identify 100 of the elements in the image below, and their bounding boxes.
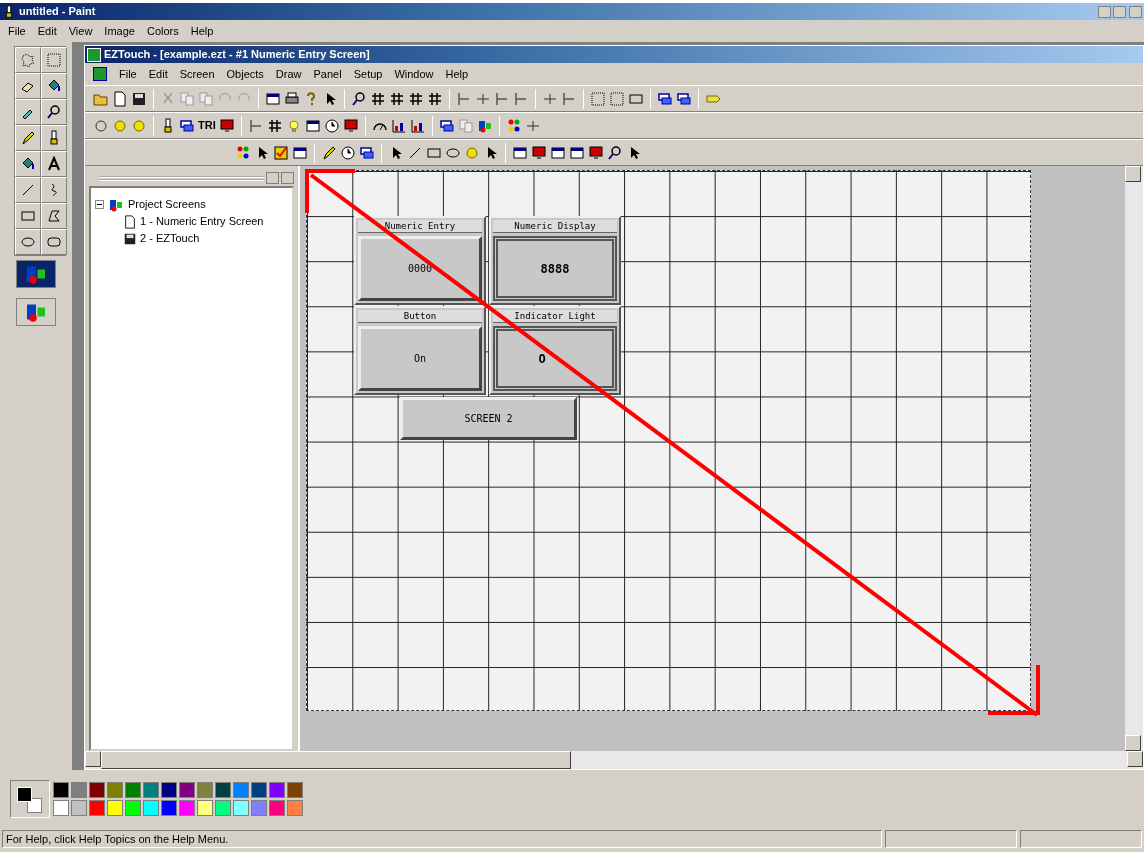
color-swatch[interactable] bbox=[287, 782, 303, 798]
align-left-icon[interactable] bbox=[456, 90, 472, 107]
menu-item[interactable]: Edit bbox=[37, 22, 57, 40]
screen-icon[interactable] bbox=[531, 144, 547, 161]
find-icon[interactable] bbox=[607, 144, 623, 161]
tree-item[interactable]: 2 - EZTouch bbox=[140, 230, 200, 247]
text-tool-icon[interactable] bbox=[46, 156, 62, 172]
screen-icon[interactable] bbox=[588, 144, 604, 161]
printer-icon[interactable] bbox=[284, 90, 300, 107]
color-swatch[interactable] bbox=[233, 782, 249, 798]
color-swatch[interactable] bbox=[197, 800, 213, 816]
rectangle-select-icon[interactable] bbox=[46, 52, 62, 68]
new-page-icon[interactable] bbox=[112, 90, 128, 107]
color-swatch[interactable] bbox=[179, 800, 195, 816]
menu-item[interactable]: Window bbox=[394, 65, 434, 83]
color-swatch[interactable] bbox=[251, 782, 267, 798]
edit-icon[interactable] bbox=[321, 144, 337, 161]
ellipse-tool-icon[interactable] bbox=[20, 234, 36, 250]
scroll-up-button[interactable] bbox=[1125, 166, 1141, 182]
circle-icon[interactable] bbox=[93, 117, 109, 134]
foreground-color-swatch[interactable] bbox=[17, 787, 32, 802]
align-right-icon[interactable] bbox=[494, 90, 510, 107]
dot-icon[interactable] bbox=[112, 117, 128, 134]
color-swatch[interactable] bbox=[89, 782, 105, 798]
color-swatch[interactable] bbox=[269, 782, 285, 798]
color-swatch[interactable] bbox=[161, 782, 177, 798]
scroll-down-button[interactable] bbox=[1125, 735, 1141, 751]
menu-item[interactable]: Screen bbox=[179, 65, 215, 83]
grid-icon[interactable] bbox=[408, 90, 424, 107]
color-swatch[interactable] bbox=[215, 782, 231, 798]
send-back-icon[interactable] bbox=[676, 90, 692, 107]
close-button[interactable] bbox=[1129, 5, 1142, 18]
scroll-right-button[interactable] bbox=[1127, 751, 1143, 767]
color-swatch[interactable] bbox=[215, 800, 231, 816]
menu-item[interactable]: View bbox=[68, 22, 93, 40]
color-swatch[interactable] bbox=[71, 800, 87, 816]
color-swatch[interactable] bbox=[161, 800, 177, 816]
bar-chart-icon[interactable] bbox=[390, 117, 407, 134]
screen-object[interactable]: Indicator Light O bbox=[489, 306, 621, 395]
text-frame-icon[interactable] bbox=[292, 144, 308, 161]
color-swatch[interactable] bbox=[107, 800, 123, 816]
tree-item[interactable]: Project Screens bbox=[128, 196, 206, 213]
polygon-tool-icon[interactable] bbox=[46, 208, 62, 224]
menu-item[interactable]: Help bbox=[190, 22, 214, 40]
color-swatch[interactable] bbox=[53, 800, 69, 816]
save-icon[interactable] bbox=[131, 90, 147, 107]
grid-icon[interactable] bbox=[389, 90, 405, 107]
menu-item[interactable]: Panel bbox=[313, 65, 342, 83]
pencil-icon[interactable] bbox=[20, 130, 36, 146]
zoom-icon[interactable] bbox=[351, 90, 367, 107]
menu-item[interactable]: Image bbox=[104, 22, 135, 40]
screen-object[interactable]: Numeric Display 8888 bbox=[489, 216, 621, 305]
tree-item[interactable]: 1 - Numeric Entry Screen bbox=[140, 213, 264, 230]
screen-object[interactable]: Button On bbox=[354, 306, 486, 395]
minimize-button[interactable] bbox=[1097, 5, 1111, 18]
rounded-rectangle-icon[interactable] bbox=[46, 234, 62, 250]
menu-item[interactable]: File bbox=[8, 22, 26, 40]
color-swatch[interactable] bbox=[143, 800, 159, 816]
menu-item[interactable]: Objects bbox=[226, 65, 264, 83]
checkbox-icon[interactable] bbox=[273, 144, 289, 161]
scroll-thumb[interactable] bbox=[101, 751, 571, 769]
menu-item[interactable]: Colors bbox=[146, 22, 179, 40]
window-icon[interactable] bbox=[265, 90, 281, 107]
fill-bucket-icon[interactable] bbox=[46, 78, 62, 94]
color-swatch[interactable] bbox=[233, 800, 249, 816]
panel-restore-button[interactable] bbox=[266, 172, 279, 184]
color-swatch[interactable] bbox=[269, 800, 285, 816]
scroll-left-button[interactable] bbox=[85, 751, 101, 767]
screen-object[interactable]: Numeric Entry 0000 bbox=[354, 216, 486, 305]
restore-button[interactable] bbox=[1113, 5, 1127, 18]
color-swatch[interactable] bbox=[197, 782, 213, 798]
free-select-icon[interactable] bbox=[20, 52, 36, 68]
menu-item[interactable]: Draw bbox=[275, 65, 302, 83]
toolbar-button[interactable]: TRI bbox=[198, 117, 216, 134]
collapse-toggle-icon[interactable] bbox=[95, 200, 104, 209]
menu-item[interactable]: Help bbox=[445, 65, 469, 83]
color-swatch[interactable] bbox=[251, 800, 267, 816]
frame-icon[interactable] bbox=[569, 144, 585, 161]
monitor-icon[interactable] bbox=[342, 117, 359, 134]
grid-icon[interactable] bbox=[370, 90, 386, 107]
color-swatch[interactable] bbox=[287, 800, 303, 816]
color-swatch[interactable] bbox=[125, 800, 141, 816]
panel-close-button[interactable] bbox=[281, 172, 294, 184]
color-swatch[interactable] bbox=[179, 782, 195, 798]
menu-item[interactable]: Setup bbox=[353, 65, 383, 83]
magnifier-icon[interactable] bbox=[46, 104, 62, 120]
color-swatch[interactable] bbox=[125, 782, 141, 798]
line-tool-icon[interactable] bbox=[20, 182, 36, 198]
color-swatch[interactable] bbox=[53, 782, 69, 798]
screen-button[interactable]: SCREEN 2 bbox=[400, 397, 577, 440]
display-icon[interactable] bbox=[218, 117, 235, 134]
menu-item[interactable]: Edit bbox=[148, 65, 168, 83]
color-swatch[interactable] bbox=[71, 782, 87, 798]
window-icon[interactable] bbox=[512, 144, 528, 161]
menu-item[interactable]: File bbox=[119, 65, 137, 83]
grid-icon[interactable] bbox=[427, 90, 443, 107]
color-swatch[interactable] bbox=[89, 800, 105, 816]
rectangle-tool-icon[interactable] bbox=[20, 208, 36, 224]
frame-icon[interactable] bbox=[550, 144, 566, 161]
color-swatch[interactable] bbox=[107, 782, 123, 798]
